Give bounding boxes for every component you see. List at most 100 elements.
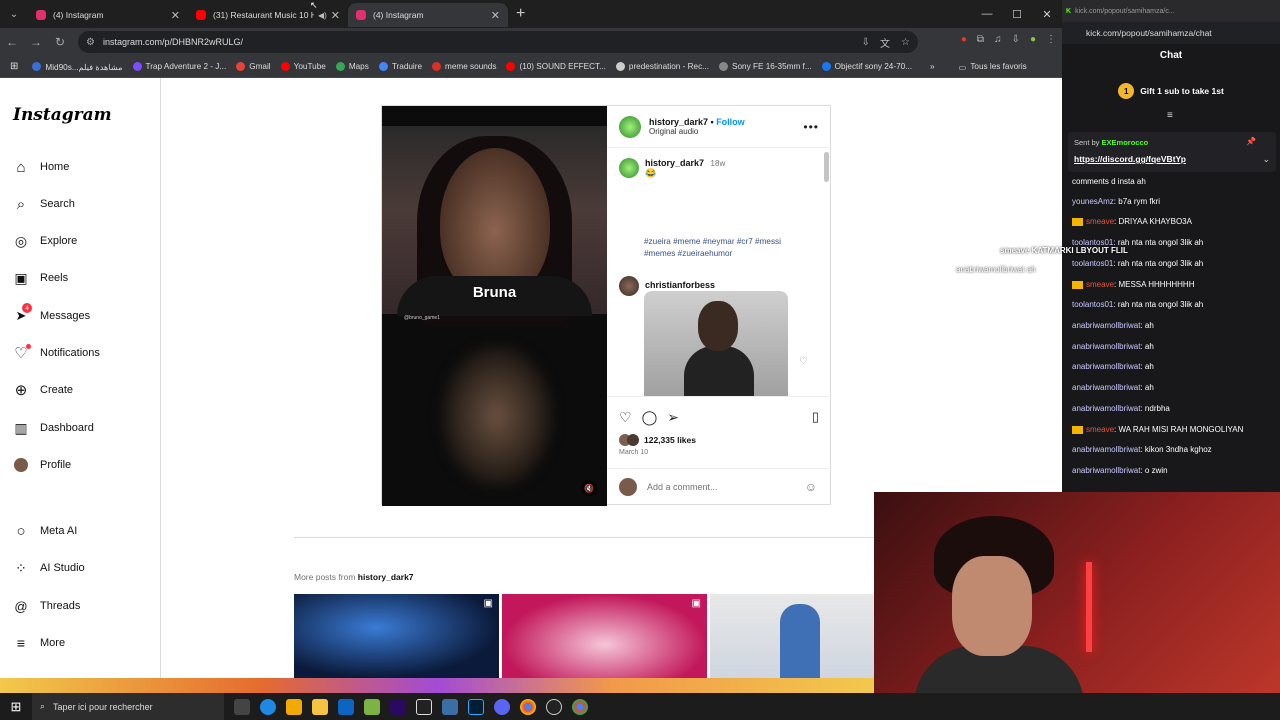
comment-input[interactable]: Add a comment... <box>647 482 805 492</box>
instagram-logo[interactable]: Instagram <box>13 105 112 125</box>
more-options-icon[interactable]: ••• <box>803 120 819 134</box>
bookmark-item[interactable]: predestination - Rec... <box>615 62 709 71</box>
bookmark-item[interactable]: Sony FE 16-35mm f... <box>719 62 812 71</box>
bookmark-item[interactable]: Trap Adventure 2 - J... <box>132 62 226 71</box>
url-text[interactable]: instagram.com/p/DHBNR2wRULG/ <box>103 37 243 47</box>
pin-icon[interactable]: 📌 <box>1246 137 1256 146</box>
author-avatar[interactable] <box>619 115 641 138</box>
bookmarks-overflow-icon[interactable]: » <box>930 62 935 71</box>
translate-icon[interactable]: 文 <box>880 35 890 50</box>
nav-profile[interactable]: Profile <box>12 456 71 474</box>
chat-username[interactable]: anabriwamollbriwat <box>1072 362 1140 371</box>
bookmark-star-icon[interactable]: ☆ <box>901 37 910 48</box>
chrome-icon[interactable] <box>520 698 536 715</box>
comments-scrollbar[interactable] <box>824 152 829 392</box>
close-tab-icon[interactable]: ✕ <box>171 9 180 22</box>
nav-notifications[interactable]: ♡ Notifications <box>12 344 100 362</box>
post-thumbnail[interactable]: ▣ <box>502 594 707 678</box>
save-icon[interactable]: ▯ <box>812 409 819 425</box>
chat-username[interactable]: smeave <box>1086 217 1114 226</box>
chat-username[interactable]: toolantos01 <box>1072 259 1113 268</box>
nav-search[interactable]: ⌕ Search <box>12 195 75 213</box>
minimize-button[interactable]: — <box>972 0 1002 28</box>
chat-username[interactable]: anabriwamollbriwat <box>1072 404 1140 413</box>
obs-icon[interactable] <box>546 698 562 715</box>
follow-button[interactable]: Follow <box>716 117 745 127</box>
premiere-icon[interactable] <box>390 698 406 715</box>
taskbar-search[interactable]: ⌕ Taper ici pour rechercher <box>32 693 224 720</box>
comment-icon[interactable]: ◯ <box>642 409 658 426</box>
profile-avatar-icon[interactable]: ● <box>1030 34 1036 45</box>
nav-home[interactable]: ⌂ Home <box>12 158 69 176</box>
caption-avatar[interactable] <box>619 158 639 178</box>
chat-username[interactable]: younesAmz <box>1072 197 1114 206</box>
browser-tab-3[interactable]: (4) Instagram ✕ <box>348 3 508 27</box>
bookmark-item[interactable]: YouTube <box>280 62 326 71</box>
bookmark-item[interactable]: Mid90s...مشاهدة فيلم <box>32 62 123 72</box>
chat-username[interactable]: smeave <box>1086 280 1114 289</box>
likes-count[interactable]: 122,335 likes <box>619 434 696 446</box>
close-tab-icon[interactable]: ✕ <box>331 9 340 22</box>
more-posts-user[interactable]: history_dark7 <box>358 572 414 582</box>
site-info-icon[interactable]: ⚙ <box>86 37 95 48</box>
like-icon[interactable]: ♡ <box>619 409 632 426</box>
audio-link[interactable]: Original audio <box>649 127 745 136</box>
bookmark-item[interactable]: Objectif sony 24-70... <box>821 62 912 71</box>
file-explorer-icon[interactable] <box>312 698 328 715</box>
chat-username[interactable]: anabriwamollbriwat <box>1072 466 1140 475</box>
hashtags[interactable]: #zueira #meme #neymar #cr7 #messi #memes… <box>644 236 814 260</box>
nav-reels[interactable]: ▣ Reels <box>12 269 68 287</box>
post-thumbnail[interactable]: ▣ <box>294 594 499 678</box>
speaker-icon[interactable]: ◀) <box>318 11 327 20</box>
photoshop-icon[interactable] <box>468 698 484 715</box>
comment-gif[interactable] <box>644 291 788 396</box>
chat-username[interactable]: anabriwamollbriwat <box>1072 342 1140 351</box>
gift-sub-banner[interactable]: 1 Gift 1 sub to take 1st <box>1062 78 1280 104</box>
all-bookmarks[interactable]: ▭ Tous les favoris <box>959 62 1027 72</box>
back-button[interactable]: ← <box>0 35 24 49</box>
bookmark-item[interactable]: Gmail <box>236 62 271 71</box>
mute-icon[interactable]: 🔇 <box>581 480 597 496</box>
browser-tab-2[interactable]: (31) Restaurant Music 10 H ◀) ✕ <box>188 3 348 27</box>
app-icon[interactable] <box>364 698 380 715</box>
store-icon[interactable] <box>286 698 302 715</box>
forward-button[interactable]: → <box>24 35 48 49</box>
reload-button[interactable]: ↻ <box>48 35 72 49</box>
post-thumbnail[interactable] <box>710 594 874 678</box>
menu-kebab-icon[interactable]: ⋮ <box>1046 34 1056 45</box>
tab-search-button[interactable]: ⌄ <box>0 0 28 28</box>
caption-username[interactable]: history_dark7 <box>645 158 704 168</box>
nav-create[interactable]: ⊕ Create <box>12 381 73 399</box>
task-view-icon[interactable] <box>234 698 250 715</box>
nav-explore[interactable]: ◎ Explore <box>12 232 77 250</box>
like-comment-icon[interactable]: ♡ <box>799 356 808 367</box>
extensions-puzzle-icon[interactable]: ⧉ <box>977 34 984 45</box>
nav-ai-studio[interactable]: ⁘ AI Studio <box>12 559 85 577</box>
nav-more[interactable]: ≡ More <box>12 634 65 652</box>
capcut-icon[interactable] <box>416 698 432 715</box>
share-icon[interactable]: ➢ <box>667 409 679 426</box>
media-icon[interactable]: ♫ <box>994 34 1002 45</box>
chat-username[interactable]: smeave <box>1086 425 1114 434</box>
reel-video[interactable]: Bruna @bruno_game1 🔇 <box>382 106 607 506</box>
outlook-icon[interactable] <box>338 698 354 715</box>
bookmark-item[interactable]: Traduire <box>378 62 422 71</box>
chat-username[interactable]: anabriwamollbriwat <box>1072 321 1140 330</box>
kick-address-bar[interactable]: kick.com/popout/samihamza/chat <box>1062 22 1280 44</box>
commenter-avatar[interactable] <box>619 276 639 296</box>
close-tab-icon[interactable]: ✕ <box>491 9 500 22</box>
nav-threads[interactable]: @ Threads <box>12 597 80 615</box>
chat-username[interactable]: anabriwamollbriwat <box>1072 383 1140 392</box>
bookmark-item[interactable]: (10) SOUND EFFECT... <box>506 62 606 71</box>
pinned-sender[interactable]: EXEmorocco <box>1102 138 1149 147</box>
discord-icon[interactable] <box>494 698 510 715</box>
emoji-icon[interactable]: ☺ <box>805 480 817 494</box>
windows-start-icon[interactable]: ⊞ <box>0 699 32 715</box>
apps-grid-icon[interactable]: ⊞ <box>10 61 18 72</box>
bookmark-item[interactable]: meme sounds <box>432 62 496 71</box>
app-icon[interactable] <box>442 698 458 715</box>
edge-icon[interactable] <box>260 698 276 715</box>
maximize-button[interactable]: ☐ <box>1002 0 1032 28</box>
nav-meta-ai[interactable]: ○ Meta AI <box>12 522 77 540</box>
close-window-button[interactable]: ✕ <box>1032 0 1062 28</box>
